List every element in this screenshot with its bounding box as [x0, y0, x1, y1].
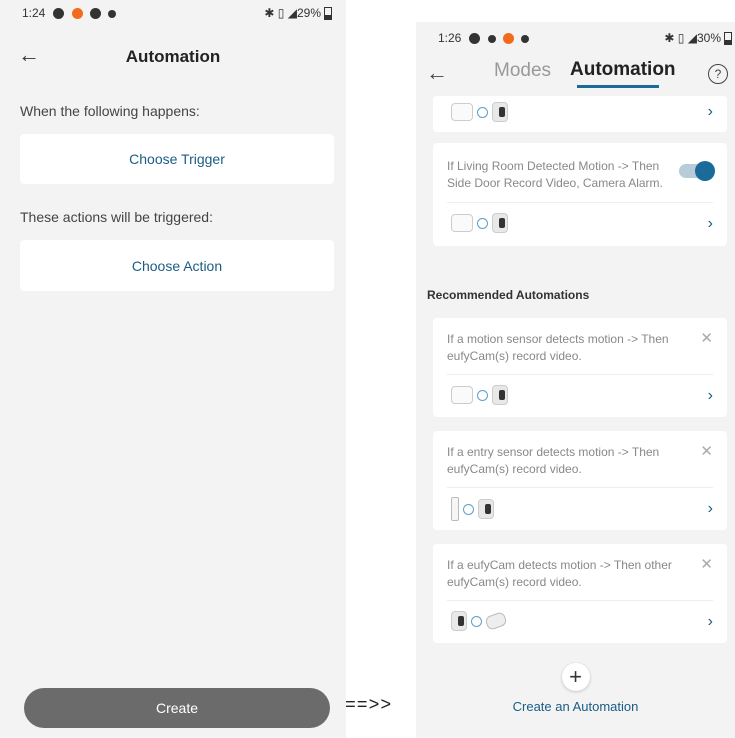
create-button[interactable]: Create	[24, 688, 330, 728]
close-icon[interactable]: ✕	[700, 442, 713, 460]
notification-icons-right	[469, 31, 533, 45]
trigger-section-label: When the following happens:	[20, 103, 200, 119]
right-screen: 1:26 ✱ ▯ ◢ 30% ← Modes Automation ? › If…	[416, 22, 735, 738]
status-bar: 1:24 ✱ ▯ ◢ 29%	[22, 4, 332, 22]
camera-icon	[451, 611, 467, 631]
status-time: 1:24	[22, 6, 46, 20]
back-arrow-icon[interactable]: ←	[426, 60, 448, 86]
transition-arrow: ==>>	[345, 696, 393, 716]
divider	[447, 202, 713, 203]
chevron-right-icon[interactable]: ›	[708, 500, 713, 518]
link-icon	[477, 389, 488, 401]
create-automation-button[interactable]: + Create an Automation	[416, 663, 735, 714]
hub-icon	[451, 103, 473, 121]
chevron-right-icon[interactable]: ›	[708, 387, 713, 405]
recommended-title: Recommended Automations	[427, 288, 590, 302]
status-bar-right: 1:26 ✱ ▯ ◢ 30%	[438, 30, 732, 46]
device-icons	[451, 611, 508, 631]
tab-automation[interactable]: Automation	[570, 59, 676, 81]
choose-action-label: Choose Action	[131, 257, 223, 274]
divider	[447, 374, 713, 375]
create-button-label: Create	[155, 700, 199, 716]
tab-modes[interactable]: Modes	[494, 60, 551, 82]
chevron-right-icon[interactable]: ›	[708, 613, 713, 631]
status-time-right: 1:26	[438, 31, 462, 45]
help-icon[interactable]: ?	[708, 64, 728, 84]
camera-icon	[492, 213, 508, 233]
camera-icon	[492, 102, 508, 122]
location-icon	[487, 34, 496, 43]
device-icons	[451, 385, 508, 405]
app-icon	[469, 33, 481, 45]
choose-action-button[interactable]: Choose Action	[20, 240, 334, 291]
recommended-card-3[interactable]: If a eufyCam detects motion -> Then othe…	[433, 544, 727, 643]
action-section-label: These actions will be triggered:	[20, 209, 213, 225]
link-icon	[463, 503, 474, 515]
recommended-description: If a motion sensor detects motion -> The…	[447, 332, 669, 363]
camera-icon	[478, 499, 494, 519]
camera-icon	[484, 611, 508, 631]
choose-trigger-label: Choose Trigger	[129, 151, 225, 167]
recommended-description: If a entry sensor detects motion -> Then…	[447, 445, 660, 476]
link-icon	[477, 106, 488, 118]
chat-icon	[521, 34, 530, 43]
recommended-card-2[interactable]: If a entry sensor detects motion -> Then…	[433, 431, 727, 530]
weibo-icon	[503, 33, 515, 45]
device-icons	[451, 497, 494, 521]
link-icon	[477, 217, 488, 229]
automation-toggle[interactable]	[679, 161, 715, 181]
divider	[447, 487, 713, 488]
device-icons	[451, 213, 508, 233]
weibo-icon	[71, 8, 83, 20]
motion-sensor-icon	[451, 386, 473, 404]
close-icon[interactable]: ✕	[700, 329, 713, 347]
automation-description: If Living Room Detected Motion -> Then S…	[447, 159, 663, 190]
automation-card-1[interactable]: ›	[433, 96, 727, 132]
page-title: Automation	[125, 47, 221, 66]
device-icons	[451, 102, 508, 122]
status-signal-icons: ✱ ▯ ◢	[264, 6, 297, 20]
chat-icon	[108, 9, 117, 18]
link-icon	[471, 615, 482, 627]
chevron-right-icon[interactable]: ›	[708, 103, 713, 121]
battery-icon-right	[724, 31, 732, 45]
app-icon	[53, 8, 65, 20]
choose-trigger-button[interactable]: Choose Trigger	[20, 134, 334, 184]
left-screen: 1:24 ✱ ▯ ◢ 29% ← Automation When the fol…	[0, 0, 346, 738]
active-tab-indicator	[577, 85, 659, 88]
wechat-icon	[90, 8, 102, 20]
chevron-right-icon[interactable]: ›	[708, 215, 713, 233]
status-signal-icons-right: ✱ ▯ ◢	[664, 31, 697, 45]
plus-icon: +	[561, 663, 590, 691]
automation-card-2[interactable]: If Living Room Detected Motion -> Then S…	[433, 143, 727, 246]
create-automation-label: Create an Automation	[512, 699, 639, 714]
entry-sensor-icon	[451, 497, 459, 521]
close-icon[interactable]: ✕	[700, 555, 713, 573]
recommended-description: If a eufyCam detects motion -> Then othe…	[447, 558, 672, 589]
hub-icon	[451, 214, 473, 232]
recommended-card-1[interactable]: If a motion sensor detects motion -> The…	[433, 318, 727, 417]
battery-percent: 29%	[296, 6, 321, 20]
battery-icon	[324, 6, 332, 20]
notification-icons	[53, 6, 120, 20]
battery-percent-right: 30%	[696, 31, 721, 45]
divider	[447, 600, 713, 601]
camera-icon	[492, 385, 508, 405]
